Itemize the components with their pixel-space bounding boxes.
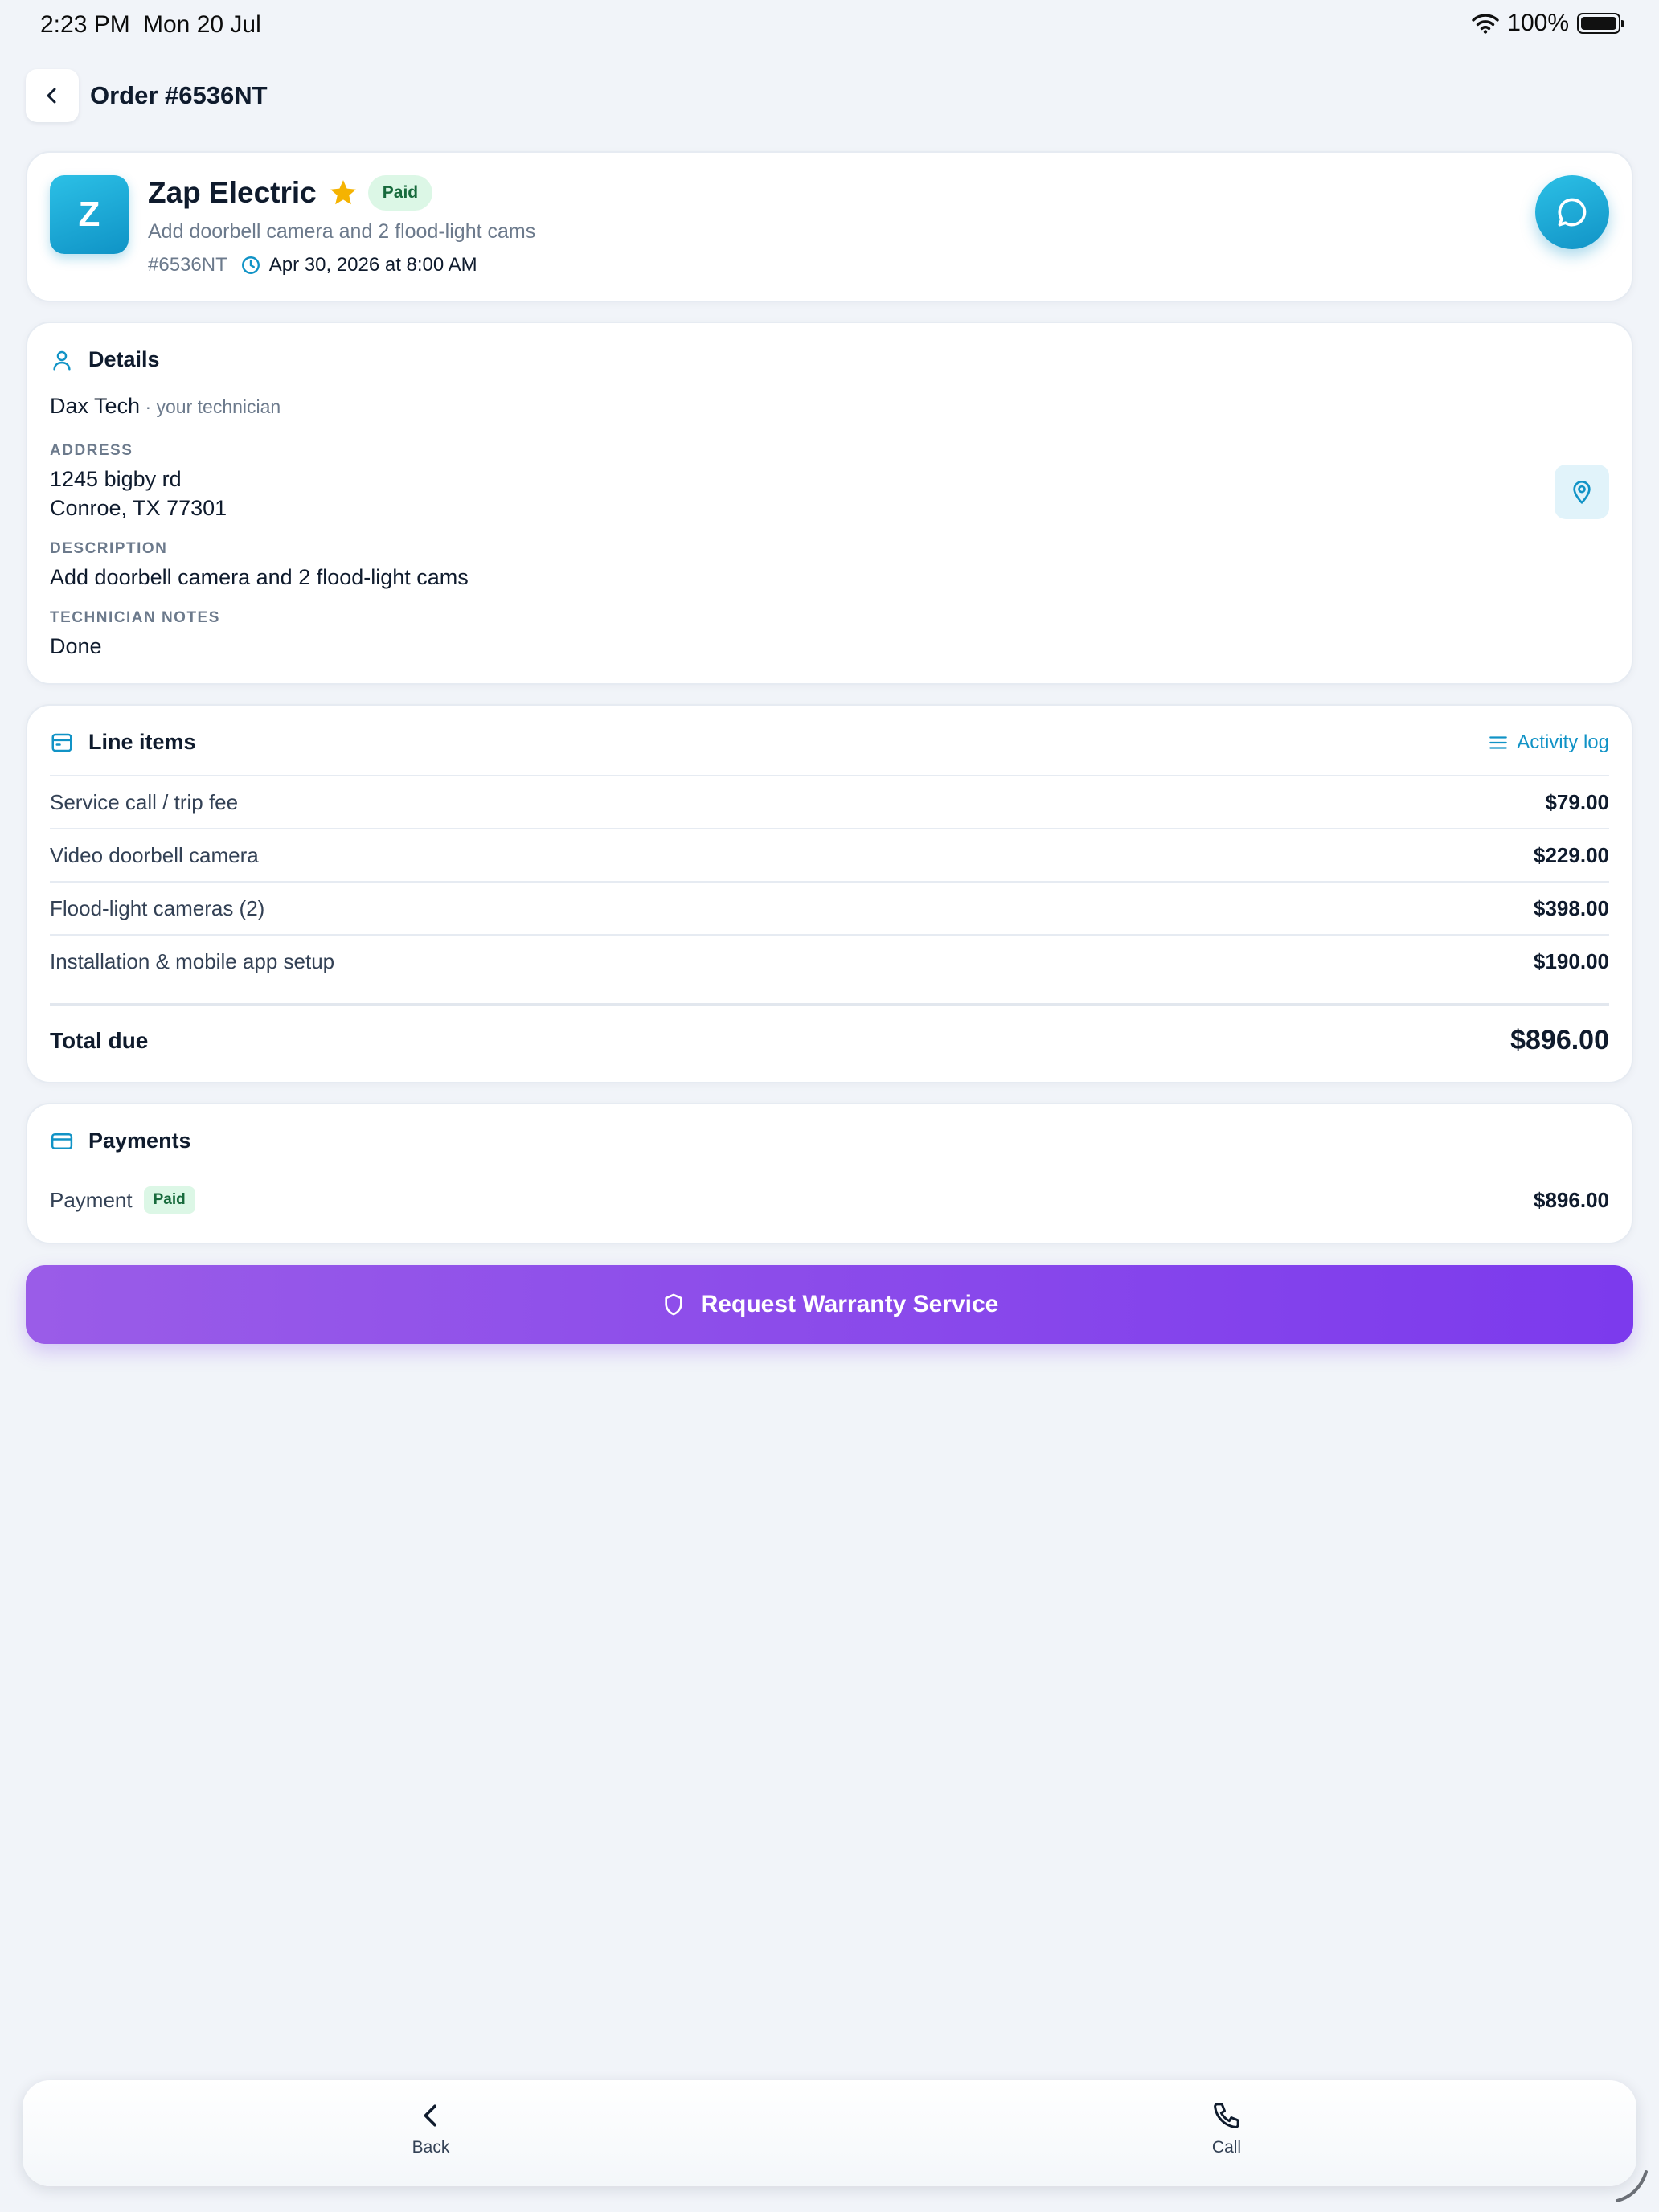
nav-back-label: Back [412, 2138, 450, 2157]
chevron-left-icon [47, 88, 56, 104]
corner-gesture-icon [1616, 2170, 1648, 2202]
map-pin-button[interactable] [1555, 465, 1609, 519]
order-id: #6536NT [148, 254, 227, 276]
header-back-button[interactable] [26, 69, 79, 122]
line-item-amount: $229.00 [1534, 842, 1609, 867]
chat-bubble-icon [1558, 198, 1587, 227]
page-title: Order #6536NT [90, 81, 268, 109]
user-icon [53, 350, 71, 370]
vendor-name-row: Zap Electric Paid [148, 175, 433, 211]
vendor-card: Z Zap Electric Paid Add doorbell camera … [26, 151, 1633, 302]
line-item-row: Flood-light cameras (2) $398.00 [50, 881, 1609, 934]
line-item-label: Service call / trip fee [50, 789, 239, 814]
bottom-nav: Back Call [23, 2080, 1636, 2186]
payments-card: Payments Payment Paid $896.00 [26, 1103, 1633, 1244]
payment-label: Payment [50, 1187, 133, 1212]
description-label: DESCRIPTION [50, 540, 168, 557]
line-item-amount: $190.00 [1534, 948, 1609, 973]
star-icon [330, 180, 356, 205]
details-card: Details Dax Tech · your technician ADDRE… [26, 322, 1633, 685]
clock-icon [241, 256, 260, 274]
status-time: 2:23 PM [40, 11, 130, 38]
activity-log-label: Activity log [1517, 731, 1609, 753]
total-label: Total due [50, 1027, 149, 1053]
payment-left: Payment Paid [50, 1186, 195, 1214]
wifi-icon [1472, 14, 1499, 34]
line-item-amount: $79.00 [1545, 789, 1609, 814]
phone-icon [1214, 2103, 1239, 2128]
line-item-amount: $398.00 [1534, 895, 1609, 920]
address-line-1: 1245 bigby rd [50, 467, 182, 491]
technician-notes-value: Done [50, 634, 102, 658]
vendor-subtitle: Add doorbell camera and 2 flood-light ca… [148, 220, 536, 243]
vendor-avatar: Z [50, 175, 129, 254]
activity-log-link[interactable]: Activity log [1488, 731, 1609, 754]
nav-call-label: Call [1211, 2138, 1242, 2157]
technician-notes-label: TECHNICIAN NOTES [50, 609, 220, 626]
list-icon [1489, 736, 1508, 749]
technician-role: · your technician [140, 396, 281, 417]
payments-header: Payments [50, 1129, 191, 1153]
request-warranty-button[interactable]: Request Warranty Service [26, 1265, 1633, 1344]
address-label: ADDRESS [50, 442, 133, 459]
details-header: Details [50, 347, 160, 372]
total-amount: $896.00 [1510, 1025, 1609, 1055]
payments-title: Payments [88, 1129, 191, 1153]
status-badge: Paid [367, 175, 433, 211]
payment-amount: $896.00 [1534, 1187, 1609, 1212]
status-bar: 2:23 PM Mon 20 Jul 100% [0, 0, 1659, 51]
vendor-meta: #6536NT Apr 30, 2026 at 8:00 AM [148, 254, 477, 276]
status-right: 100% [1472, 10, 1624, 37]
nav-call-button[interactable]: Call [1146, 2099, 1307, 2157]
map-pin-icon [1573, 481, 1591, 504]
technician-row: Dax Tech · your technician [50, 394, 281, 419]
request-warranty-label: Request Warranty Service [700, 1291, 999, 1317]
vendor-name: Zap Electric [148, 176, 317, 209]
nav-back-button[interactable]: Back [350, 2099, 511, 2157]
total-row: Total due $896.00 [50, 1003, 1609, 1075]
shield-icon [664, 1293, 682, 1316]
appointment-datetime: Apr 30, 2026 at 8:00 AM [268, 254, 477, 276]
receipt-icon [51, 733, 72, 752]
payment-status-badge: Paid [143, 1186, 195, 1214]
status-date: Mon 20 Jul [143, 11, 261, 38]
details-title: Details [88, 347, 160, 371]
line-item-label: Flood-light cameras (2) [50, 895, 265, 920]
chevron-left-icon [424, 2104, 436, 2127]
address-line-2: Conroe, TX 77301 [50, 496, 227, 520]
line-item-label: Installation & mobile app setup [50, 948, 335, 973]
line-item-label: Video doorbell camera [50, 842, 259, 867]
credit-card-icon [51, 1133, 73, 1149]
battery-percent: 100% [1507, 10, 1569, 36]
technician-name: Dax Tech [50, 394, 141, 418]
line-item-row: Video doorbell camera $229.00 [50, 828, 1609, 881]
line-item-row: Installation & mobile app setup $190.00 [50, 934, 1609, 987]
line-item-row: Service call / trip fee $79.00 [50, 775, 1609, 828]
payment-row: Payment Paid $896.00 [50, 1186, 1609, 1214]
battery-icon [1577, 13, 1624, 34]
line-items-header: Line items [50, 730, 196, 755]
page-header: Order #6536NT [26, 69, 268, 122]
chat-button[interactable] [1535, 175, 1609, 249]
line-items-title: Line items [88, 730, 196, 754]
line-items-card: Line items Activity log Service call / t… [26, 704, 1633, 1083]
description-value: Add doorbell camera and 2 flood-light ca… [50, 565, 469, 589]
